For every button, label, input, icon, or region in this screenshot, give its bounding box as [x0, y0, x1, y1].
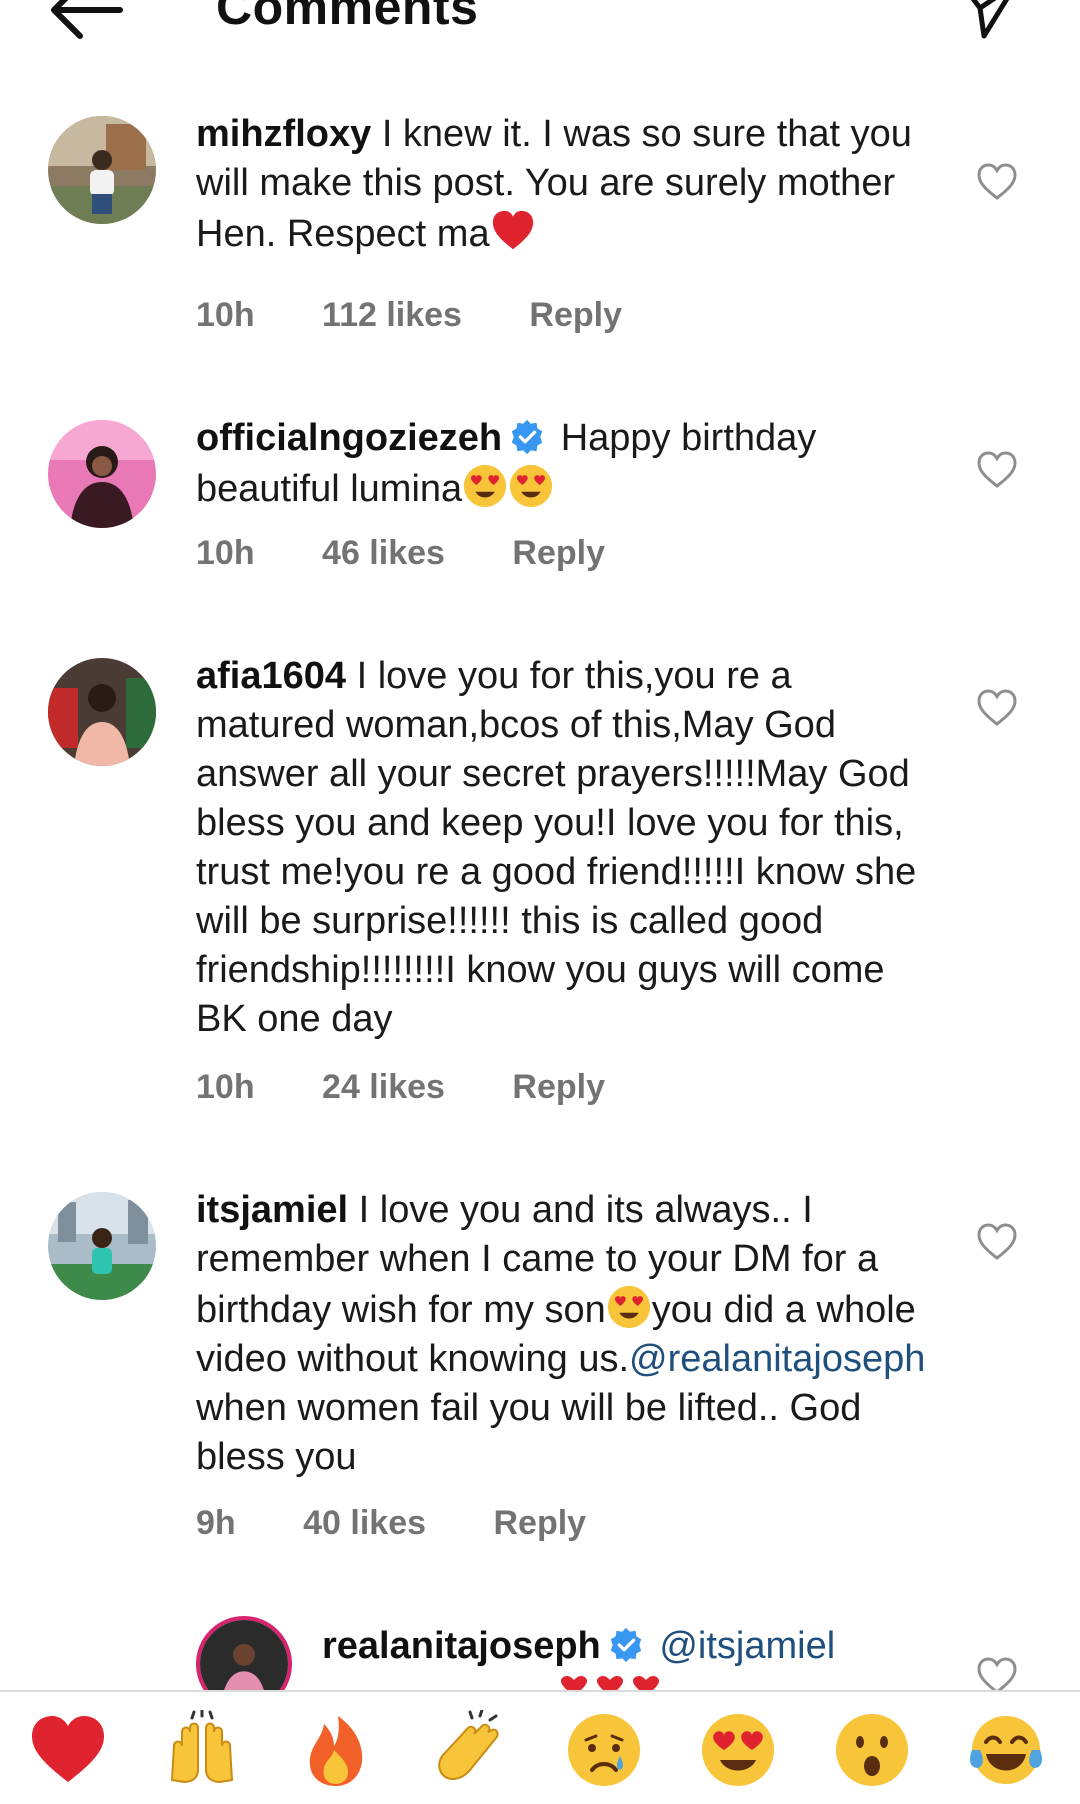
reply-button[interactable]: Reply — [512, 1068, 605, 1107]
mention-link[interactable]: @itsjamiel — [659, 1625, 835, 1667]
heart-eyes-emoji-icon — [510, 464, 553, 508]
red-heart-icon — [561, 1676, 659, 1690]
heart-eyes-emoji-icon — [607, 1285, 650, 1329]
emoji-reaction-bar — [0, 1690, 1080, 1804]
like-heart-icon[interactable] — [976, 1656, 1018, 1690]
comment-username[interactable]: itsjamiel — [196, 1189, 348, 1231]
comment-time: 10h — [196, 1068, 255, 1106]
comment-text: mihzfloxy I knew it. I was so sure that … — [196, 110, 926, 259]
raising-hands-icon — [170, 1710, 234, 1784]
comment-text: itsjamiel I love you and its always.. I … — [196, 1186, 926, 1482]
avatar[interactable] — [48, 1192, 156, 1300]
crying-face-emoji-button[interactable] — [564, 1710, 644, 1790]
tears-of-joy-icon — [970, 1716, 1042, 1784]
verified-badge-icon — [610, 1627, 641, 1663]
comment-meta: 10h 46 likes Reply — [196, 534, 663, 573]
comment-message: I love you for this,you re a matured wom… — [196, 655, 917, 1040]
reply-text: realanitajoseph @itsjamiel — [322, 1622, 962, 1671]
heart-eyes-icon — [702, 1714, 774, 1786]
avatar[interactable] — [48, 658, 156, 766]
reply-button[interactable]: Reply — [493, 1504, 586, 1543]
like-heart-icon[interactable] — [976, 450, 1018, 490]
comment-time: 10h — [196, 296, 255, 334]
comment-text: afia1604 I love you for this,you re a ma… — [196, 652, 926, 1044]
comment-username[interactable]: officialngoziezeh — [196, 417, 502, 459]
avatar[interactable] — [48, 420, 156, 528]
reply-button[interactable]: Reply — [529, 296, 622, 335]
comment-likes[interactable]: 46 likes — [322, 534, 445, 573]
comment-text: officialngoziezeh Happy birthday beautif… — [196, 414, 926, 514]
comment-likes[interactable]: 40 likes — [303, 1504, 426, 1543]
like-heart-icon[interactable] — [976, 162, 1018, 202]
mention-link[interactable]: @realanitajoseph — [629, 1338, 925, 1380]
page-title: Comments — [216, 0, 479, 35]
comment-meta: 10h 112 likes Reply — [196, 296, 680, 335]
crying-face-icon — [568, 1714, 640, 1786]
avatar[interactable] — [196, 1616, 292, 1690]
comment-meta: 10h 24 likes Reply — [196, 1068, 663, 1107]
comment-likes[interactable]: 112 likes — [322, 296, 462, 335]
surprised-face-emoji-button[interactable] — [832, 1710, 912, 1790]
comment-time: 9h — [196, 1504, 236, 1542]
comment-time: 10h — [196, 534, 255, 572]
comments-screen: mihzfloxy I knew it. I was so sure that … — [0, 0, 1080, 1804]
verified-badge-icon — [511, 419, 543, 455]
reply-button[interactable]: Reply — [512, 534, 605, 573]
send-icon[interactable] — [958, 0, 1020, 40]
header: Comments — [0, 0, 1080, 50]
comment-username[interactable]: mihzfloxy — [196, 113, 371, 155]
tears-of-joy-emoji-button[interactable] — [966, 1710, 1046, 1790]
back-arrow-icon[interactable] — [48, 0, 124, 46]
comments-list[interactable]: mihzfloxy I knew it. I was so sure that … — [0, 0, 1080, 1690]
comment-message-end: when women fail you will be lifted.. God… — [196, 1387, 862, 1478]
comment-likes[interactable]: 24 likes — [322, 1068, 445, 1107]
red-heart-emoji-button[interactable] — [28, 1710, 108, 1790]
raising-hands-emoji-button[interactable] — [162, 1710, 242, 1790]
like-heart-icon[interactable] — [976, 688, 1018, 728]
surprised-face-icon — [836, 1714, 908, 1786]
heart-eyes-emoji-button[interactable] — [698, 1710, 778, 1790]
comment-meta: 9h 40 likes Reply — [196, 1504, 644, 1543]
fire-emoji-button[interactable] — [296, 1710, 376, 1790]
clapping-hands-emoji-button[interactable] — [430, 1710, 510, 1790]
red-heart-icon — [32, 1716, 104, 1782]
like-heart-icon[interactable] — [976, 1222, 1018, 1262]
clapping-hands-icon — [438, 1710, 499, 1780]
fire-icon — [309, 1716, 363, 1786]
heart-eyes-emoji-icon — [464, 464, 507, 508]
comment-username[interactable]: afia1604 — [196, 655, 346, 697]
red-heart-icon — [492, 210, 533, 250]
avatar[interactable] — [48, 116, 156, 224]
reply-username[interactable]: realanitajoseph — [322, 1625, 601, 1667]
